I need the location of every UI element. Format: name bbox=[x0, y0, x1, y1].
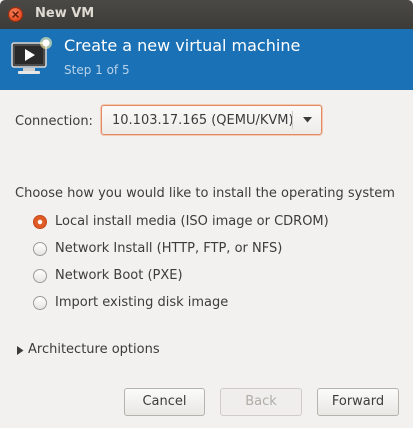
back-button[interactable]: Back bbox=[220, 388, 302, 416]
radio-button[interactable] bbox=[33, 269, 47, 283]
radio-label: Local install media (ISO image or CDROM) bbox=[55, 214, 329, 229]
connection-dropdown[interactable]: 10.103.17.165 (QEMU/KVM) bbox=[101, 105, 322, 135]
radio-button[interactable] bbox=[33, 242, 47, 256]
architecture-label: Architecture options bbox=[28, 342, 160, 357]
connection-label: Connection: bbox=[15, 114, 93, 129]
chevron-right-icon bbox=[17, 346, 24, 355]
radio-label: Import existing disk image bbox=[55, 295, 229, 310]
radio-label: Network Install (HTTP, FTP, or NFS) bbox=[55, 241, 283, 256]
title-bar: New VM bbox=[0, 0, 413, 29]
dropdown-separator bbox=[292, 111, 293, 129]
forward-button[interactable]: Forward bbox=[317, 388, 399, 416]
install-method-label: Choose how you would like to install the… bbox=[15, 186, 395, 201]
close-button[interactable] bbox=[8, 7, 23, 22]
chevron-down-icon bbox=[303, 117, 312, 123]
connection-value: 10.103.17.165 (QEMU/KVM) bbox=[112, 113, 294, 128]
radio-button[interactable] bbox=[33, 296, 47, 310]
page-title: Create a new virtual machine bbox=[64, 36, 301, 55]
close-icon bbox=[12, 11, 19, 18]
radio-label: Network Boot (PXE) bbox=[55, 268, 183, 283]
virtual-machine-icon bbox=[11, 37, 52, 74]
radio-button[interactable] bbox=[33, 215, 47, 229]
wizard-header: Create a new virtual machine Step 1 of 5 bbox=[0, 29, 413, 90]
step-indicator: Step 1 of 5 bbox=[64, 63, 130, 77]
window-title: New VM bbox=[35, 6, 95, 21]
cancel-button[interactable]: Cancel bbox=[124, 388, 205, 416]
